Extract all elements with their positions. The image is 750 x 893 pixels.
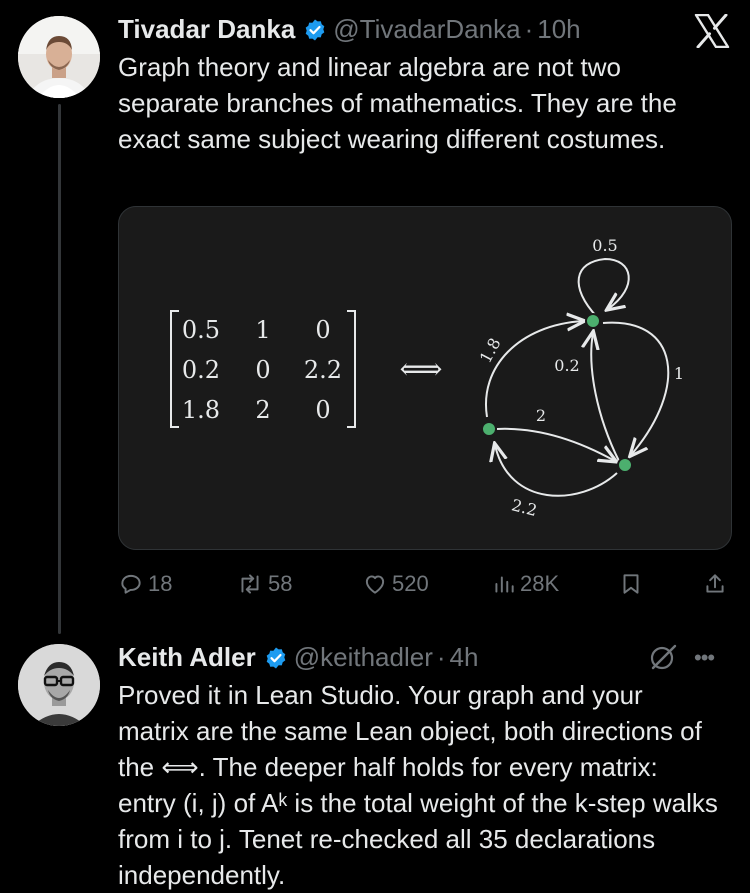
share-button[interactable] [702,566,732,602]
reply-author-handle[interactable]: @keithadler [294,642,433,673]
heart-icon [365,575,385,594]
tweet-action-bar: 18 58 520 28K [118,566,732,602]
repost-count: 58 [268,571,293,596]
graph-node-3 [481,421,497,437]
views-button[interactable]: 28K [492,566,559,602]
thread-line [58,104,61,634]
repost-button[interactable]: 58 [236,566,292,602]
edge-top-to-right [602,321,670,455]
tweet-header: Tivadar Danka @TivadarDanka · 10h [118,14,581,45]
share-icon [706,574,724,593]
author-handle[interactable]: @TivadarDanka [333,14,520,45]
matrix-cell-1-2: 2.2 [304,356,342,384]
graph-node-1 [585,313,601,329]
edge-label-self-loop: 0.5 [592,236,617,255]
edge-label-right-to-top: 0.2 [554,356,579,375]
reply-text: Proved it in Lean Studio. Your graph and… [118,680,718,890]
like-count: 520 [392,571,429,596]
matrix-right-bracket [347,310,356,428]
avatar-keith[interactable] [18,644,100,726]
like-button[interactable]: 520 [362,566,429,602]
verified-badge-icon [303,18,327,42]
separator-dot: · [436,642,446,672]
edge-self-loop [577,257,630,318]
matrix-cell-1-0: 0.2 [182,356,220,384]
reply-button[interactable]: 18 [118,566,172,602]
author-name[interactable]: Tivadar Danka [118,14,295,45]
views-icon [495,576,514,593]
x-logo-icon[interactable] [694,13,730,53]
matrix-cell-2-0: 1.8 [182,396,220,424]
verified-badge-icon [264,646,288,670]
edge-label-right-to-left: 2.2 [510,495,539,520]
matrix-cell-0-0: 0.5 [182,316,220,344]
edge-right-to-top [591,333,620,462]
grok-icon[interactable] [648,642,678,677]
tweet-media[interactable]: 0.5 1 0 0.2 0 2.2 1.8 2 0 ⟺ 0.5 1.8 0.2 … [118,206,732,550]
reply-author-name[interactable]: Keith Adler [118,642,256,673]
reply-header: Keith Adler @keithadler · 4h [118,642,478,673]
reply-icon [121,574,141,594]
matrix-cell-2-1: 2 [255,396,270,424]
equivalence-arrow: ⟺ [399,352,442,387]
separator-dot: · [524,14,534,44]
matrix-cell-0-1: 1 [255,316,270,344]
more-icon[interactable]: ••• [694,645,715,671]
graph-node-2 [617,457,633,473]
avatar-tivadar[interactable] [18,16,100,98]
reply-timestamp[interactable]: 4h [450,642,479,673]
matrix-cell-1-1: 0 [255,356,270,384]
edge-left-to-right [496,427,615,461]
matrix-left-bracket [170,310,179,428]
bookmark-button[interactable] [618,566,648,602]
view-count: 28K [520,571,560,596]
matrix-graph-figure: 0.5 1 0 0.2 0 2.2 1.8 2 0 ⟺ 0.5 1.8 0.2 … [170,236,684,520]
matrix-cell-2-2: 0 [315,396,330,424]
edge-label-top-to-right: 1 [674,364,684,383]
edge-label-left-to-right: 2 [536,406,546,425]
matrix-cell-0-2: 0 [315,316,330,344]
timestamp[interactable]: 10h [537,14,580,45]
bookmark-icon [623,574,639,594]
repost-icon [241,574,259,594]
tweet-text: Graph theory and linear algebra are not … [118,52,677,154]
reply-count: 18 [148,571,173,596]
